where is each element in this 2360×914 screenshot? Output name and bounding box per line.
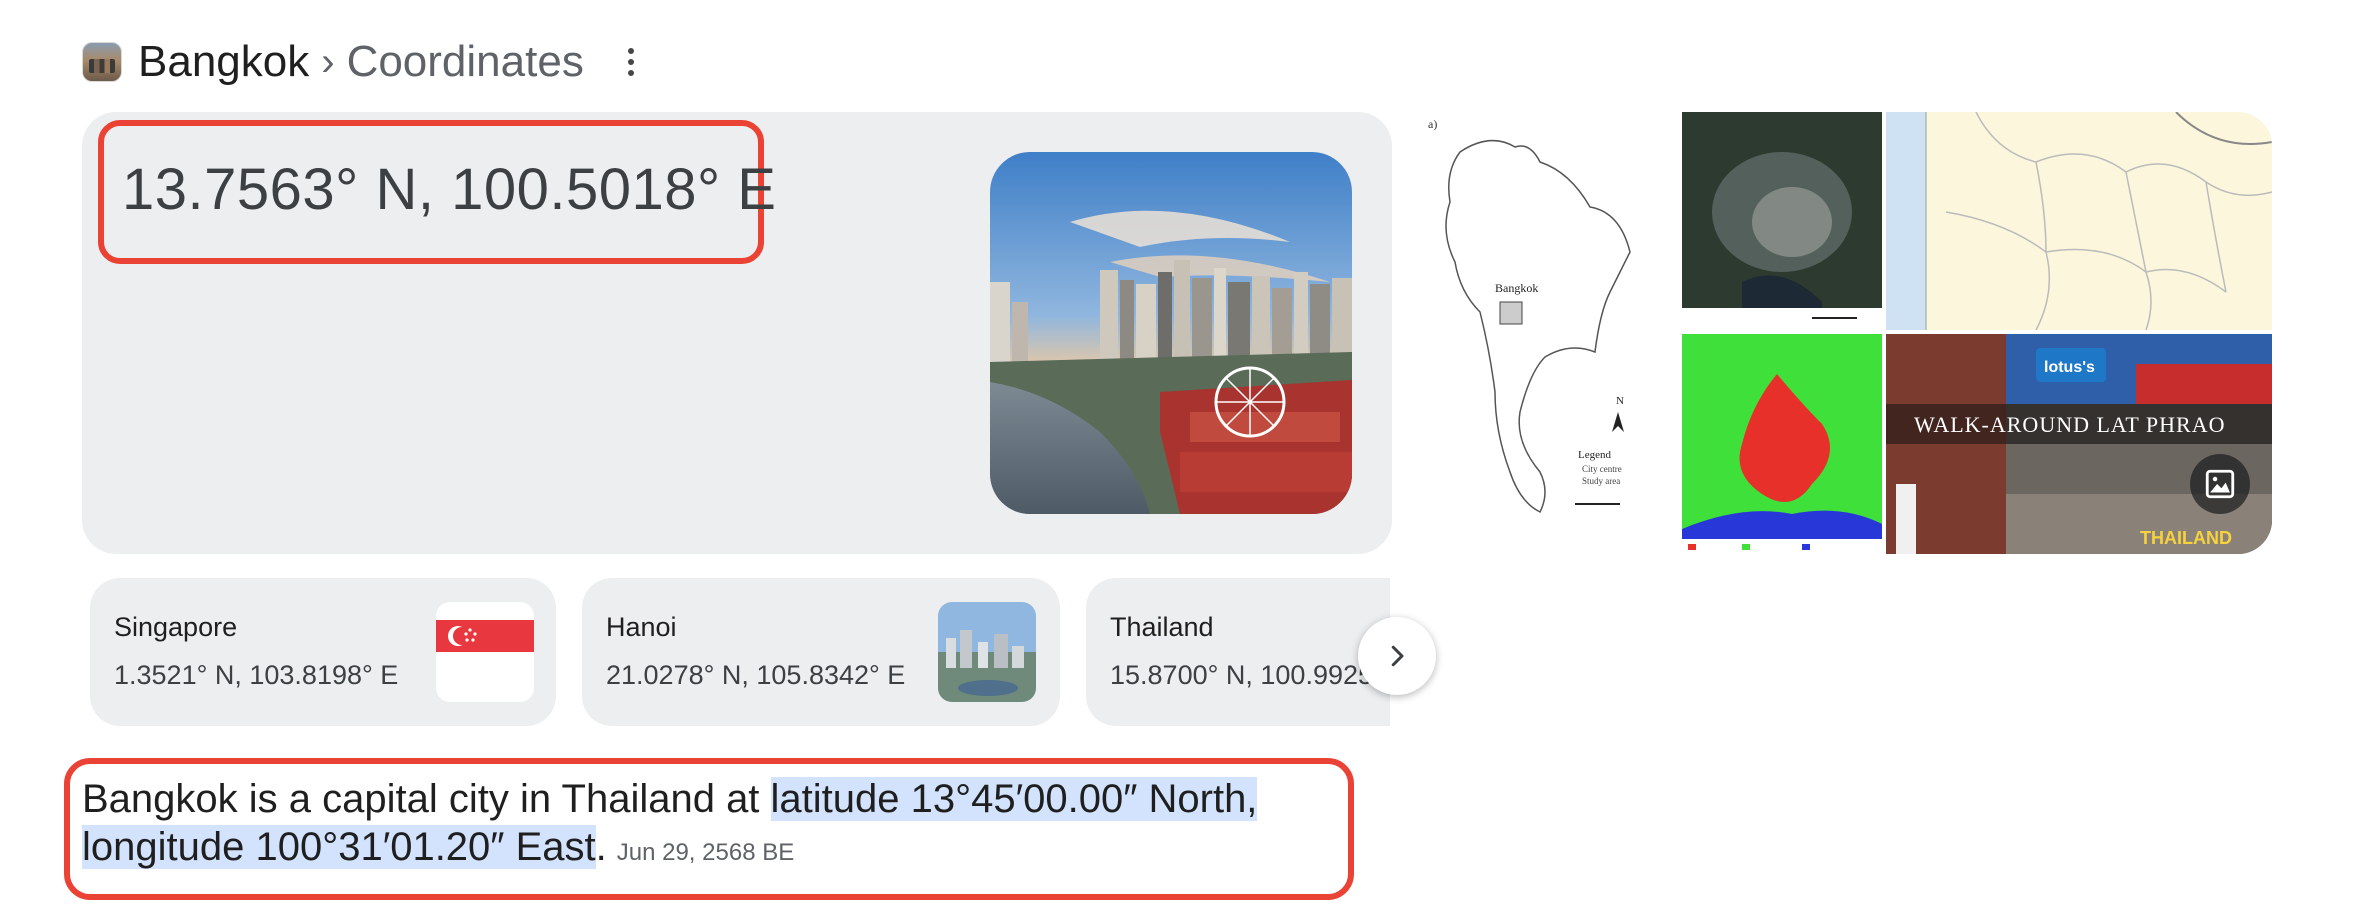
satellite-image[interactable]: b) (1682, 112, 1882, 330)
map-panel-label-a: a) (1428, 117, 1437, 131)
image-search-button[interactable] (2190, 454, 2250, 514)
result-header: Bangkok › Coordinates (82, 34, 648, 90)
carousel-next-button[interactable] (1358, 617, 1436, 695)
snippet-prefix: Bangkok is a capital city in Thailand at (82, 777, 771, 821)
thailand-map-image[interactable]: a) Bangkok N Legend City centre Study ar… (1420, 112, 1676, 554)
related-coords: 15.8700° N, 100.9925° E (1110, 660, 1390, 690)
street-banner-text: WALK-AROUND LAT PHRAO (1914, 412, 2225, 437)
answer-card: 13.7563° N, 100.5018° E (82, 112, 1392, 554)
related-card-singapore[interactable]: Singapore 1.3521° N, 103.8198° E (90, 578, 556, 726)
map-city-label: Bangkok (1495, 281, 1538, 295)
breadcrumb-separator: › (321, 39, 335, 84)
map-legend-title: Legend (1578, 449, 1611, 461)
hanoi-city-image (938, 602, 1036, 702)
related-coords: 21.0278° N, 105.8342° E (606, 660, 906, 690)
related-card-hanoi[interactable]: Hanoi 21.0278° N, 105.8342° E (582, 578, 1060, 726)
related-card-thailand[interactable]: Thailand 15.8700° N, 100.9925° E (1086, 578, 1390, 726)
breadcrumb-subtitle[interactable]: Coordinates (347, 37, 584, 87)
land-cover-map-image[interactable]: c) (1682, 334, 1882, 554)
site-favicon[interactable] (82, 42, 122, 82)
breadcrumb: Bangkok › Coordinates (138, 37, 584, 87)
image-grid: a) Bangkok N Legend City centre Study ar… (1420, 112, 2272, 554)
map-north-label: N (1616, 395, 1624, 407)
region-map-image[interactable] (1886, 112, 2272, 330)
singapore-flag-icon (436, 602, 534, 702)
snippet-date: Jun 29, 2568 BE (616, 839, 795, 866)
related-coords: 1.3521° N, 103.8198° E (114, 660, 399, 690)
image-icon (2205, 469, 2235, 499)
store-sign-text: lotus's (2044, 359, 2095, 376)
related-name: Singapore (114, 612, 238, 642)
related-places-carousel: Singapore 1.3521° N, 103.8198° E Hanoi 2… (90, 578, 1390, 726)
related-name: Hanoi (606, 612, 677, 642)
chevron-right-icon (1391, 645, 1404, 667)
map-legend-study: Study area (1582, 476, 1620, 486)
coordinates-answer: 13.7563° N, 100.5018° E (122, 157, 777, 222)
snippet-suffix: . (595, 825, 607, 869)
breadcrumb-title[interactable]: Bangkok (138, 37, 309, 87)
street-scene-image[interactable]: lotus's WALK-AROUND LAT PHRAO THAILAND (1886, 334, 2272, 554)
knowledge-panel: Bangkok › Coordinates 13.7563° N, 100.50… (0, 0, 2360, 914)
bangkok-skyline-image[interactable] (990, 152, 1352, 514)
related-name: Thailand (1110, 612, 1214, 642)
more-options-icon[interactable] (614, 39, 648, 85)
map-legend-city: City centre (1582, 464, 1622, 474)
featured-snippet: Bangkok is a capital city in Thailand at… (82, 775, 1322, 877)
street-corner-text: THAILAND (2140, 528, 2232, 548)
